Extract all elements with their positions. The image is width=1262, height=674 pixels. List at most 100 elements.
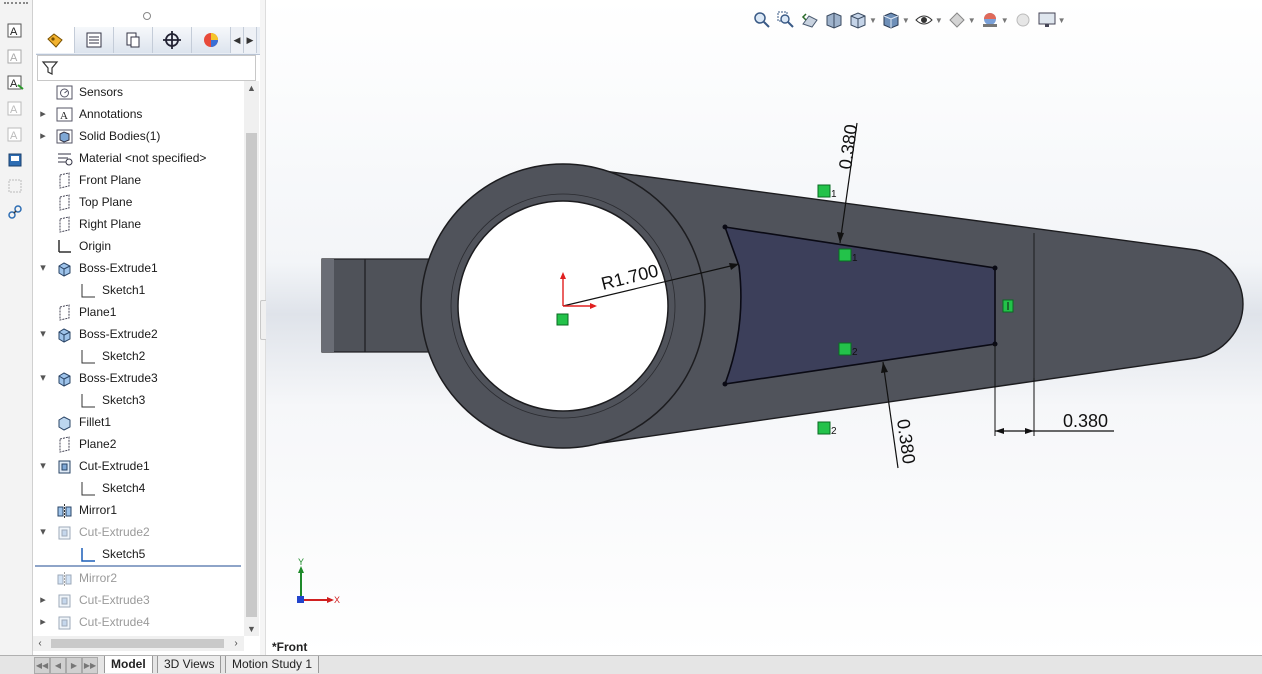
svg-text:1: 1	[852, 253, 858, 264]
dimxpert-tab-icon[interactable]	[153, 27, 192, 53]
tab-motion-study[interactable]: Motion Study 1	[225, 656, 320, 673]
mirror-icon	[56, 570, 73, 587]
tree-item-label: Annotations	[79, 107, 143, 121]
tree-item[interactable]: ▸ Solid Bodies(1)	[35, 125, 241, 147]
tree-item[interactable]: ▾ Boss-Extrude3	[35, 367, 241, 389]
tree-item[interactable]: Sketch1	[35, 279, 241, 301]
sketch-icon	[79, 282, 96, 299]
tree-item[interactable]: Origin	[35, 235, 241, 257]
toolbar-grip[interactable]	[4, 2, 28, 7]
tree-horizontal-scrollbar[interactable]: ‹ ›	[33, 636, 244, 651]
tree-item[interactable]: Sketch5	[35, 543, 241, 565]
scroll-down-icon[interactable]: ▼	[244, 622, 259, 636]
svg-text:A: A	[10, 52, 18, 64]
geometric-tolerance-icon[interactable]	[5, 202, 25, 222]
tree-item[interactable]: ▸ Cut-Extrude3	[35, 589, 241, 611]
tab-navigation: ◀◀ ◀ ▶ ▶▶	[34, 657, 98, 674]
collapse-arrow-icon[interactable]: ▾	[38, 257, 48, 279]
top-dimension[interactable]: 0.380	[835, 123, 861, 170]
smart-dimension-icon[interactable]: A	[5, 20, 25, 40]
tree-item[interactable]: Plane1	[35, 301, 241, 323]
extrude-icon	[56, 326, 73, 343]
propertymanager-tab-icon[interactable]	[75, 27, 114, 53]
tree-item[interactable]: ▸ A Annotations	[35, 103, 241, 125]
tree-item[interactable]: Sketch2	[35, 345, 241, 367]
tree-item[interactable]: ▾ Cut-Extrude1	[35, 455, 241, 477]
next-tab-icon[interactable]: ▶	[66, 657, 82, 674]
prev-tab-icon[interactable]: ◀	[50, 657, 66, 674]
graphics-area[interactable]: ▼ ▼ ▼ ▼ ▼ ▼ R1.700 0.380 0.380 0.380 1 1…	[266, 0, 1262, 655]
model-items-icon[interactable]: A	[5, 72, 25, 92]
right-dimension[interactable]: 0.380	[1063, 411, 1108, 431]
svg-text:2: 2	[831, 426, 837, 437]
tree-item[interactable]: Sensors	[35, 81, 241, 103]
tab-scroll-left-icon[interactable]: ◀	[231, 27, 244, 53]
tree-item-label: Fillet1	[79, 415, 112, 429]
left-command-toolbar: A A A A A	[0, 0, 33, 673]
scroll-right-icon[interactable]: ›	[229, 636, 243, 651]
model-drawing[interactable]: R1.700 0.380 0.380 0.380 1 1 2 2 Y X	[266, 0, 1262, 655]
panel-grip[interactable]	[143, 12, 151, 20]
expand-arrow-icon[interactable]: ▸	[38, 103, 48, 125]
relation-marker[interactable]: 2	[817, 421, 837, 437]
tree-item[interactable]: Mirror2	[35, 567, 241, 589]
extrude-icon	[56, 370, 73, 387]
expand-arrow-icon[interactable]: ▸	[38, 589, 48, 611]
tree-item[interactable]: ▾ Boss-Extrude1	[35, 257, 241, 279]
tree-vertical-scrollbar[interactable]: ▲ ▼	[244, 81, 259, 636]
format-painter-icon[interactable]: A	[5, 124, 25, 144]
expand-arrow-icon[interactable]: ▸	[38, 125, 48, 147]
configuration-manager-tab-icon[interactable]	[114, 27, 153, 53]
tree-item[interactable]: Mirror1	[35, 499, 241, 521]
plane-icon	[56, 436, 73, 453]
view-orientation-label: *Front	[272, 640, 308, 654]
first-tab-icon[interactable]: ◀◀	[34, 657, 50, 674]
relation-marker[interactable]: 1	[817, 184, 837, 200]
tab-3d-views[interactable]: 3D Views	[157, 656, 222, 673]
tree-item[interactable]: Sketch3	[35, 389, 241, 411]
hscroll-thumb[interactable]	[51, 639, 224, 648]
tree-item-label: Sketch1	[102, 283, 146, 297]
scroll-left-icon[interactable]: ‹	[33, 636, 47, 651]
datum-icon[interactable]	[5, 176, 25, 196]
tab-model[interactable]: Model	[104, 656, 153, 673]
tree-item-label: Cut-Extrude1	[79, 459, 150, 473]
tree-item-label: Sensors	[79, 85, 124, 99]
scroll-thumb[interactable]	[246, 133, 257, 617]
collapse-arrow-icon[interactable]: ▾	[38, 521, 48, 543]
tree-item[interactable]: Material <not specified>	[35, 147, 241, 169]
tree-item-label: Solid Bodies(1)	[79, 129, 161, 143]
tree-item[interactable]: Top Plane	[35, 191, 241, 213]
tree-item[interactable]: Plane2	[35, 433, 241, 455]
spell-check-icon[interactable]: A	[5, 98, 25, 118]
plane-icon	[56, 194, 73, 211]
expand-arrow-icon[interactable]: ▸	[38, 611, 48, 633]
coordinate-triad: Y X	[297, 557, 340, 605]
tree-item[interactable]: Right Plane	[35, 213, 241, 235]
tree-item[interactable]: Front Plane	[35, 169, 241, 191]
collapse-arrow-icon[interactable]: ▾	[38, 323, 48, 345]
featuremanager-tab-icon[interactable]	[36, 27, 75, 53]
tree-item[interactable]: Sketch4	[35, 477, 241, 499]
tree-item[interactable]: Fillet1	[35, 411, 241, 433]
tree-filter-input[interactable]	[37, 55, 256, 81]
last-tab-icon[interactable]: ▶▶	[82, 657, 98, 674]
tree-item[interactable]: ▸ Cut-Extrude4	[35, 611, 241, 633]
tab-scroll-right-icon[interactable]: ▶	[244, 27, 257, 53]
scroll-up-icon[interactable]: ▲	[244, 81, 259, 95]
collapse-arrow-icon[interactable]: ▾	[38, 367, 48, 389]
origin-icon	[56, 238, 73, 255]
svg-text:A: A	[10, 78, 18, 90]
stamp-icon[interactable]	[5, 150, 25, 170]
sketch-icon	[79, 392, 96, 409]
tree-item[interactable]: ▾ Cut-Extrude2	[35, 521, 241, 543]
display-manager-tab-icon[interactable]	[192, 27, 231, 53]
note-icon[interactable]: A	[5, 46, 25, 66]
collapse-arrow-icon[interactable]: ▾	[38, 455, 48, 477]
tree-item[interactable]: ▾ Boss-Extrude2	[35, 323, 241, 345]
